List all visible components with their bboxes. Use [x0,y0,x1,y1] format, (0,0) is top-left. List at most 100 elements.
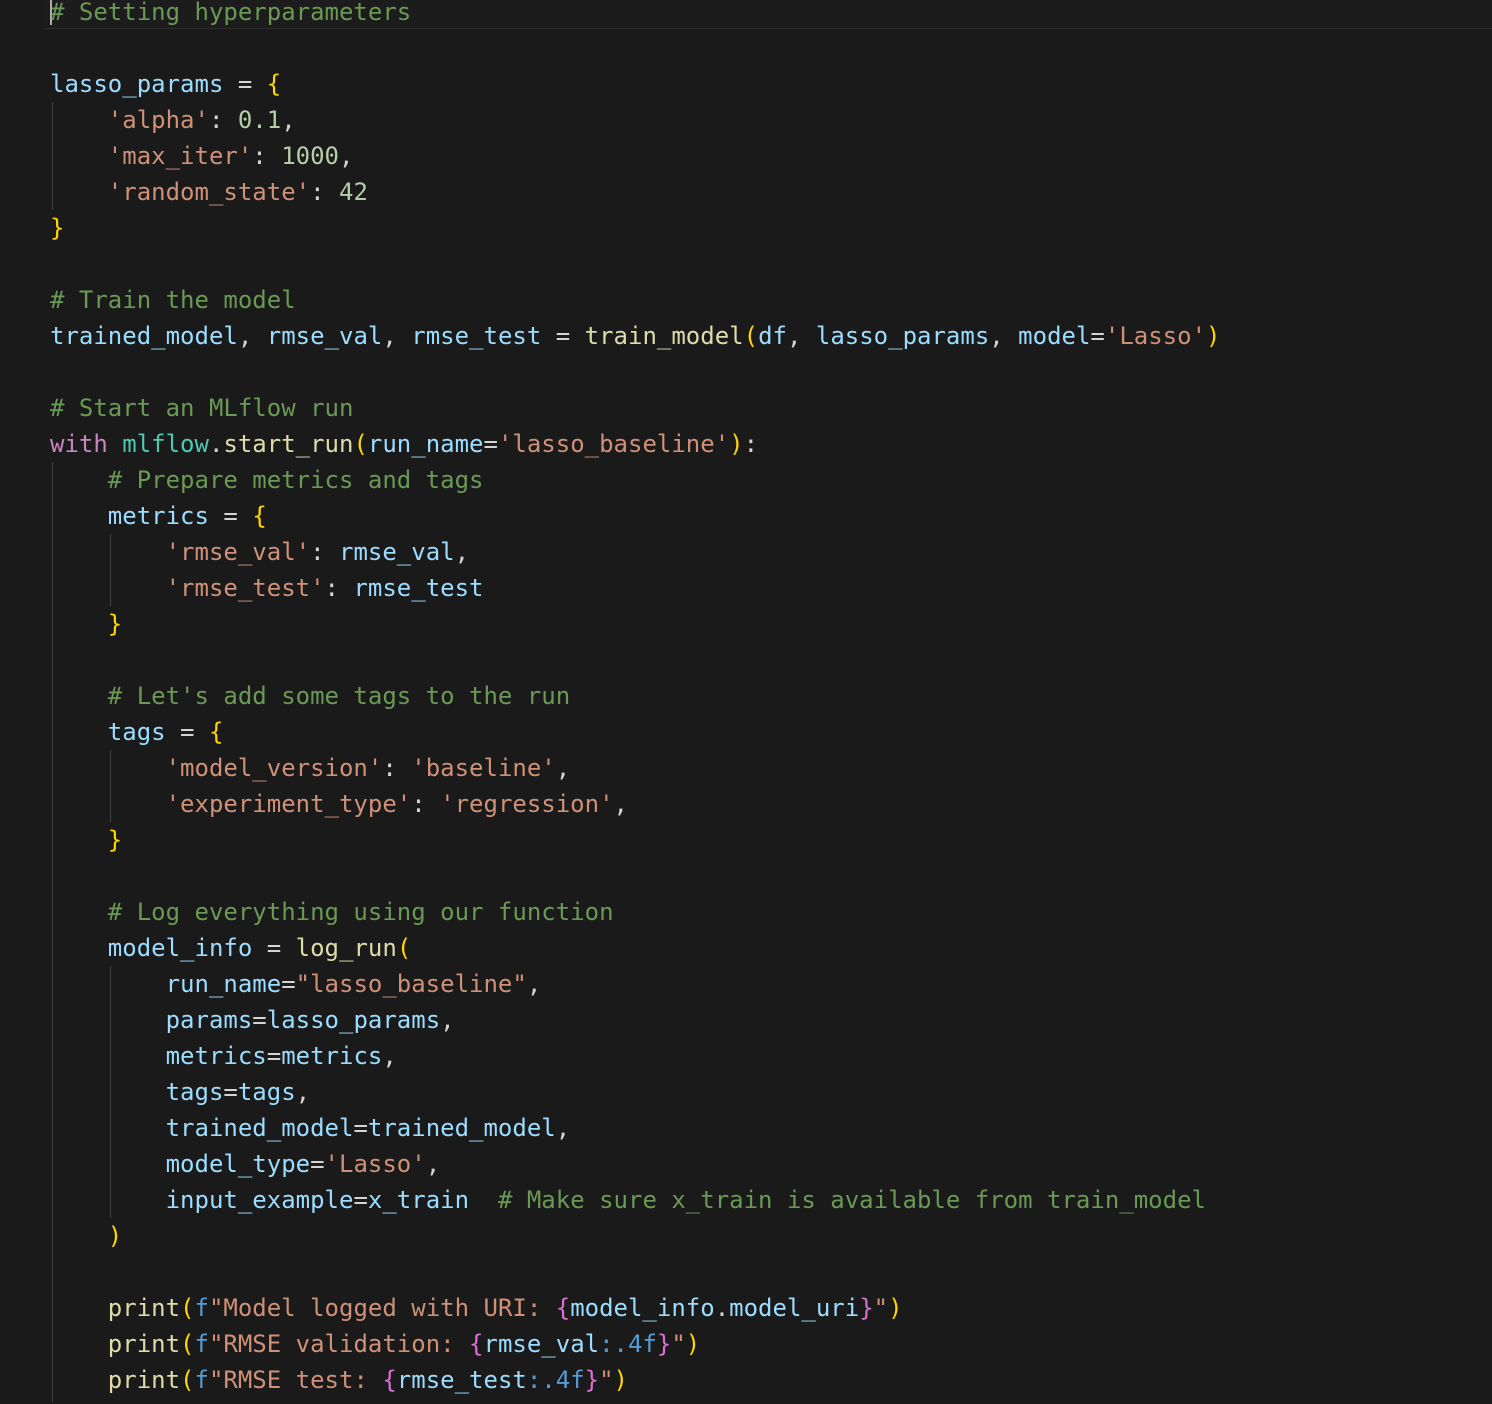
code-line[interactable]: ) [50,1218,1220,1254]
code-token: metrics [281,1042,383,1070]
code-token: input_example [165,1186,354,1214]
code-line[interactable]: tags=tags, [50,1074,1220,1110]
code-token: lasso_params [815,322,990,350]
code-line[interactable] [50,30,1220,66]
code-token: ( [396,934,412,962]
code-token: , [454,538,470,566]
code-line[interactable]: model_info = log_run( [50,930,1220,966]
code-token: = [310,1150,325,1178]
code-line[interactable]: # Start an MLflow run [50,390,1220,426]
code-line[interactable]: print(f"RMSE test: {rmse_test:.4f}") [50,1362,1220,1398]
code-line[interactable]: } [50,606,1220,642]
code-line[interactable]: 'random_state': 42 [50,174,1220,210]
code-token: : [310,538,339,566]
code-line[interactable] [50,246,1220,282]
code-line[interactable]: print(f"Model logged with URI: {model_in… [50,1290,1220,1326]
code-token: 'rmse_val' [165,538,311,566]
code-editor[interactable]: # Setting hyperparameters lasso_params = … [0,0,1492,1404]
code-token: 1000 [281,142,339,170]
code-token: rmse_test [353,574,484,602]
code-token: : [411,790,441,818]
code-line[interactable]: 'experiment_type': 'regression', [50,786,1220,822]
code-line[interactable]: # Prepare metrics and tags [50,462,1220,498]
code-line[interactable]: 'max_iter': 1000, [50,138,1220,174]
code-token: 'lasso_baseline' [497,430,730,458]
code-token: " [599,1366,614,1394]
code-token: : [208,106,238,134]
code-line[interactable] [50,354,1220,390]
code-line[interactable]: 'rmse_val': rmse_val, [50,534,1220,570]
code-token: run_name [165,970,282,998]
code-line[interactable] [50,858,1220,894]
code-token: . [208,430,224,458]
code-line[interactable]: } [50,822,1220,858]
code-line[interactable] [50,1254,1220,1290]
code-token: "RMSE test: [208,1366,383,1394]
code-token: , [786,322,816,350]
code-token: : [382,754,412,782]
code-token: } [584,1366,600,1394]
code-line[interactable]: metrics = { [50,498,1220,534]
code-line[interactable]: 'model_version': 'baseline', [50,750,1220,786]
code-line[interactable]: model_type='Lasso', [50,1146,1220,1182]
code-line[interactable]: tags = { [50,714,1220,750]
code-line[interactable] [50,642,1220,678]
code-token: 'regression' [440,790,614,818]
code-line[interactable]: # Let's add some tags to the run [50,678,1220,714]
code-token: rmse_test [396,1366,527,1394]
code-line[interactable]: input_example=x_train # Make sure x_trai… [50,1182,1220,1218]
code-token: , [382,1042,397,1070]
code-content[interactable]: # Setting hyperparameters lasso_params = … [50,0,1220,1398]
code-token: 0.1 [237,106,282,134]
code-line[interactable]: with mlflow.start_run(run_name='lasso_ba… [50,426,1220,462]
code-line[interactable]: } [50,210,1220,246]
code-token: = [208,502,253,530]
text-cursor [50,0,52,25]
code-token: { [208,718,224,746]
code-line[interactable]: # Setting hyperparameters [50,0,1220,30]
code-token: print [107,1294,181,1322]
code-line[interactable]: lasso_params = { [50,66,1220,102]
code-token: ) [888,1294,903,1322]
code-token: , [425,1150,441,1178]
code-token: metrics [165,1042,267,1070]
code-line[interactable]: run_name="lasso_baseline", [50,966,1220,1002]
code-token: tags [165,1078,224,1106]
code-token: , [281,106,296,134]
code-token: # Setting hyperparameters [50,0,412,26]
code-line[interactable]: trained_model, rmse_val, rmse_test = tra… [50,318,1220,354]
code-line[interactable]: trained_model=trained_model, [50,1110,1220,1146]
code-line[interactable]: print(f"RMSE validation: {rmse_val:.4f}"… [50,1326,1220,1362]
code-token: = [483,430,498,458]
code-line[interactable]: # Train the model [50,282,1220,318]
code-token: "lasso_baseline" [295,970,527,998]
code-token: df [758,322,787,350]
code-token: { [469,1330,484,1358]
code-token: lasso_params [266,1006,441,1034]
code-line[interactable]: params=lasso_params, [50,1002,1220,1038]
code-token: mlflow [122,430,209,458]
code-token: rmse_val [483,1330,600,1358]
code-line[interactable]: 'alpha': 0.1, [50,102,1220,138]
code-token: , [989,322,1019,350]
code-line[interactable]: # Log everything using our function [50,894,1220,930]
code-token: = [281,970,296,998]
code-token: } [107,826,123,854]
code-line[interactable]: metrics=metrics, [50,1038,1220,1074]
code-token: model_info [570,1294,715,1322]
code-token: = [266,1042,282,1070]
code-line[interactable]: 'rmse_test': rmse_test [50,570,1220,606]
code-token: 'rmse_test' [165,574,325,602]
code-token: f [194,1366,209,1394]
